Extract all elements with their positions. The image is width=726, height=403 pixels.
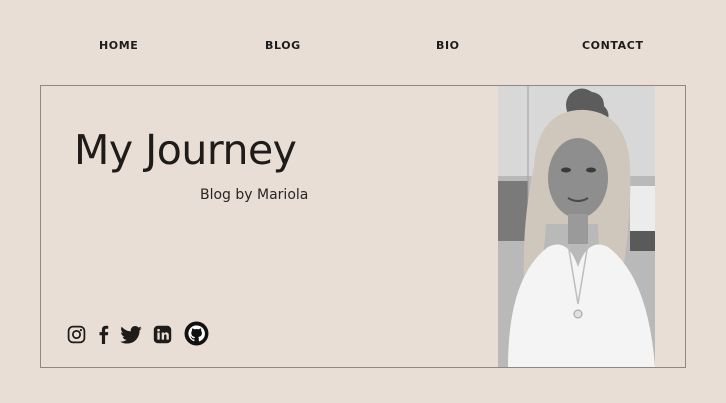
nav-bio-link[interactable]: BIO (436, 39, 460, 52)
twitter-icon[interactable] (120, 326, 142, 344)
instagram-icon[interactable] (67, 325, 86, 344)
page-subtitle: Blog by Mariola (200, 187, 309, 203)
nav-blog-link[interactable]: BLOG (265, 39, 301, 52)
github-icon[interactable] (184, 321, 209, 346)
linkedin-icon[interactable] (153, 325, 172, 344)
facebook-icon[interactable] (98, 325, 109, 344)
nav-contact-link[interactable]: CONTACT (582, 39, 644, 52)
nav-home-link[interactable]: HOME (99, 39, 138, 52)
page-title: My Journey (74, 126, 297, 174)
portrait-photo (498, 86, 655, 367)
